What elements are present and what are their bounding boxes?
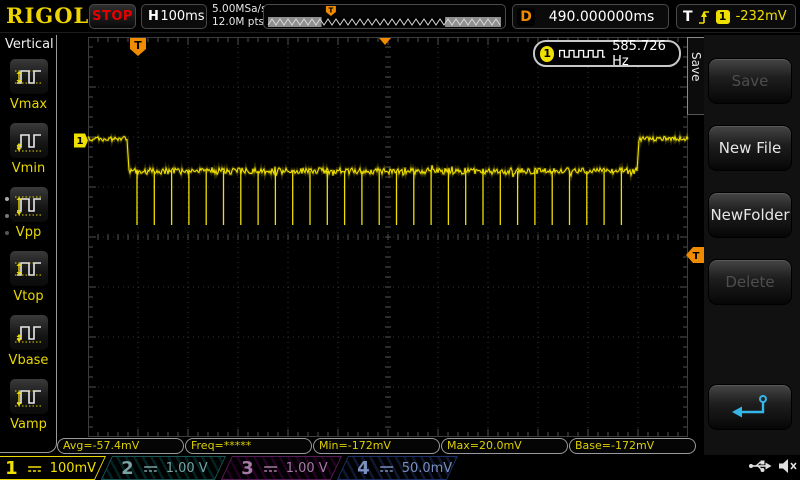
channel-scale-value: 50.0mV (401, 460, 453, 476)
channel1-offset-marker: 1 (74, 133, 88, 148)
usb-icon (749, 460, 772, 472)
sidebar-item-label: Vamp (10, 417, 47, 432)
sidebar-item-vamp[interactable]: Vamp (0, 378, 57, 432)
channel-scale-value: 100mV (49, 460, 97, 476)
svg-text:T: T (329, 7, 334, 15)
dc-coupling-icon (379, 465, 393, 471)
vmax-button[interactable] (8, 58, 49, 95)
vbase-measurement-icon (14, 325, 43, 342)
rigol-logo: RIGOL (6, 3, 90, 28)
delay-value: 490.000000ms (548, 8, 655, 25)
vamp-button[interactable] (8, 378, 49, 415)
channel-number: 1 (5, 457, 18, 479)
channel-1-status[interactable]: 1 100mV (0, 456, 106, 480)
sample-rate: 5.00MSa/s (212, 3, 267, 15)
speaker-muted-icon (779, 459, 797, 473)
vmin-button[interactable] (8, 122, 49, 159)
softkey-menu-panel: Save New File NewFolder Delete (704, 35, 800, 455)
delay-time-box[interactable]: D 490.000000ms (512, 4, 669, 29)
top-status-bar: RIGOL STOP H 100ms 5.00MSa/s 12.0M pts T… (0, 0, 800, 33)
scroll-dot (5, 231, 9, 235)
channel-number: 3 (241, 457, 254, 479)
memory-depth: 12.0M pts (212, 16, 265, 28)
sidebar-item-label: Vmin (11, 161, 46, 176)
return-button[interactable] (708, 384, 792, 430)
frequency-counter-badge: 1 585.726 Hz (533, 38, 681, 69)
memory-waveform-preview[interactable]: T (263, 4, 506, 29)
sidebar-item-label: Vbase (8, 353, 49, 368)
measurement-freq: Freq=***** (185, 438, 312, 454)
waveform-display[interactable]: T T 1 (74, 37, 704, 437)
save-button[interactable]: Save (708, 58, 792, 104)
timebase-value: 100ms (160, 9, 205, 24)
sidebar-item-label: Vtop (13, 289, 44, 304)
channel-scale-value: 1.00 V (165, 460, 208, 476)
dc-coupling-icon (27, 465, 41, 471)
new-file-button[interactable]: New File (708, 125, 792, 171)
sidebar-item-vbase[interactable]: Vbase (0, 314, 57, 368)
sidebar-item-vmin[interactable]: Vmin (0, 122, 57, 176)
vmin-measurement-icon (14, 133, 43, 151)
channel-number: 2 (121, 457, 134, 479)
menu-tab-save: Save (687, 37, 704, 115)
channel-3-status[interactable]: 3 1.00 V (220, 456, 342, 480)
dc-coupling-icon (263, 465, 277, 471)
trigger-status-box[interactable]: T 1 -232mV (676, 4, 796, 29)
vpp-button[interactable] (8, 186, 49, 223)
frequency-value: 585.726 Hz (612, 38, 666, 69)
vmax-measurement-icon (14, 69, 43, 84)
trigger-level-value: -232mV (735, 9, 787, 24)
vtop-measurement-icon (14, 261, 43, 276)
sidebar-title: Vertical (5, 37, 54, 52)
scroll-dot (5, 214, 9, 218)
return-arrow-icon (732, 395, 767, 418)
delay-label: D (517, 7, 535, 26)
channel-2-status[interactable]: 2 1.00 V (100, 456, 226, 480)
sidebar-item-vmax[interactable]: Vmax (0, 58, 57, 112)
channel-number: 4 (357, 457, 370, 479)
measurement-base: Base=-172mV (569, 438, 696, 454)
stop-label: STOP (92, 9, 133, 24)
delete-button[interactable]: Delete (708, 259, 792, 305)
sidebar-item-label: Vmax (9, 97, 48, 112)
trigger-label: T (683, 8, 693, 25)
measurement-avg: Avg=-57.4mV (57, 438, 184, 454)
delay-position-marker (379, 38, 391, 45)
trigger-level-marker: T (686, 247, 704, 263)
svg-text:T: T (693, 251, 700, 262)
acquisition-info: 5.00MSa/s 12.0M pts (212, 3, 267, 29)
trigger-position-marker: T (130, 38, 146, 56)
svg-text:1: 1 (77, 136, 84, 147)
vtop-button[interactable] (8, 250, 49, 287)
sidebar-item-vtop[interactable]: Vtop (0, 250, 57, 304)
oscilloscope-screen: RIGOL STOP H 100ms 5.00MSa/s 12.0M pts T… (0, 0, 800, 480)
measurement-sidebar: Vertical Vmax Vmin Vpp Vtop Vbase Vamp (0, 35, 57, 453)
dc-coupling-icon (143, 465, 157, 471)
vbase-button[interactable] (8, 314, 49, 351)
menu-tab-label: Save (689, 52, 703, 82)
newfolder-button[interactable]: NewFolder (708, 192, 792, 238)
horizontal-timebase-box[interactable]: H 100ms (141, 4, 207, 29)
svg-text:T: T (134, 39, 142, 52)
measurement-min: Min=-172mV (313, 438, 440, 454)
vpp-measurement-icon (14, 196, 43, 215)
vamp-measurement-icon (14, 389, 43, 406)
channel-status-bar: 1 100mV 2 1.00 V 3 1.00 V 4 50.0mV (0, 456, 800, 480)
freq-channel-badge: 1 (540, 45, 555, 62)
run-stop-status[interactable]: STOP (89, 4, 136, 29)
trigger-source-badge: 1 (715, 9, 730, 24)
scroll-dot (5, 197, 9, 201)
square-wave-icon (559, 49, 606, 58)
channel-scale-value: 1.00 V (285, 460, 328, 476)
rising-edge-icon (698, 11, 709, 24)
memory-waveform-icon: T (267, 6, 501, 27)
horizontal-label: H (148, 9, 159, 24)
measurement-max: Max=20.0mV (441, 438, 568, 454)
channel-4-status[interactable]: 4 50.0mV (336, 456, 458, 480)
